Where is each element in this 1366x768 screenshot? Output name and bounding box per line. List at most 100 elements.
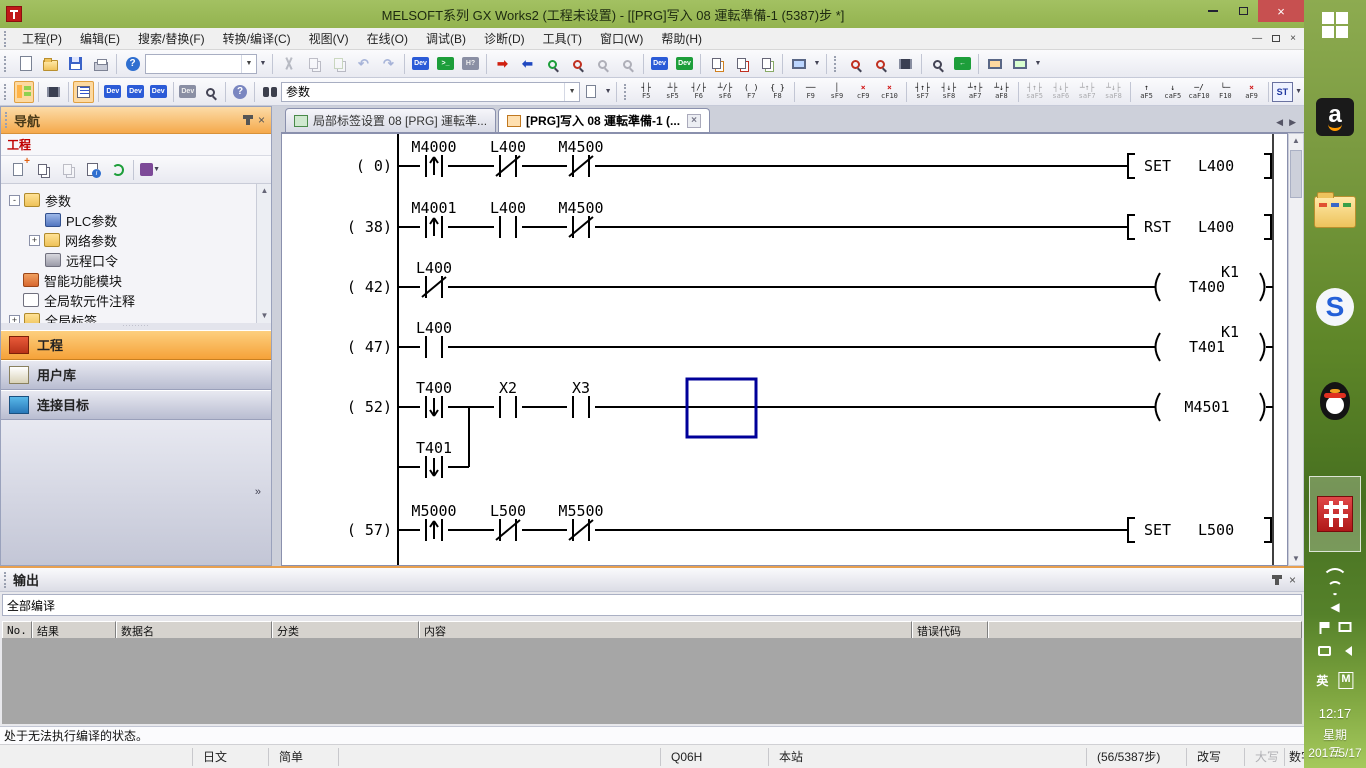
menu-debug[interactable]: 调试(B) [417, 28, 475, 50]
menu-view[interactable]: 视图(V) [300, 28, 358, 50]
menu-help[interactable]: 帮助(H) [652, 28, 711, 50]
write-to-plc-button[interactable]: ➡ [491, 53, 514, 75]
window-select-combo[interactable]: ▼ [145, 54, 257, 74]
start-button[interactable] [1322, 12, 1348, 38]
undo-button[interactable]: ↶ [352, 53, 375, 75]
help2-button[interactable]: ? [230, 81, 251, 103]
navigation-toggle-button[interactable] [14, 81, 35, 103]
ladder-tool-invert-down[interactable]: ↓caF5 [1161, 80, 1185, 104]
nav-copy-button[interactable] [31, 159, 54, 181]
ladder-tool-npulse-down-branch[interactable]: ┴↓├saF8 [1101, 80, 1125, 104]
tab-scroll-left-icon[interactable]: ◀ [1276, 117, 1283, 128]
ladder-tool-close-contact[interactable]: ┤/├F6 [687, 80, 711, 104]
instruction-find-button[interactable]: >_ [434, 53, 457, 75]
statement-display-button[interactable] [730, 53, 753, 75]
ladder-scrollbar[interactable]: ▲ ▼ [1288, 133, 1304, 566]
minimize-button[interactable] [1198, 0, 1228, 22]
copy-button[interactable] [302, 53, 325, 75]
mdi-restore-button[interactable] [1272, 35, 1280, 42]
doc-find-button[interactable] [581, 81, 602, 103]
monitor-stop-button[interactable] [566, 53, 589, 75]
clock-time[interactable]: 12:17 [1319, 706, 1352, 721]
tree-item-global-comment[interactable]: 全局软元件注释 [23, 290, 135, 310]
mdi-minimize-button[interactable]: — [1252, 33, 1262, 44]
monitor-graph1-button[interactable] [844, 53, 867, 75]
monitor-start-button[interactable] [541, 53, 564, 75]
save-project-button[interactable] [64, 53, 87, 75]
ladder-tool-pulse-down-branch[interactable]: ┴↓├aF8 [989, 80, 1013, 104]
action-center-flag-icon[interactable] [1319, 622, 1330, 634]
taskbar-amazon[interactable]: a [1316, 98, 1354, 136]
tree-item-intelligent-module[interactable]: 智能功能模块 [23, 270, 122, 290]
device-memory-button[interactable]: Dev [125, 81, 146, 103]
ladder-tool-delete[interactable]: ×aF9 [1239, 80, 1263, 104]
string-find-button[interactable]: H? [459, 53, 482, 75]
ladder-tool-pulse-result[interactable]: └─F10 [1213, 80, 1237, 104]
nav-close-icon[interactable]: × [258, 113, 265, 127]
device-display-mode-button[interactable]: Dev [177, 81, 198, 103]
ladder-tool-npulse-up[interactable]: ┤↑├saF5 [1022, 80, 1046, 104]
cut-button[interactable] [277, 53, 300, 75]
device-search-mode-button[interactable] [200, 81, 221, 103]
module-config-button[interactable] [43, 81, 64, 103]
monitor-pause-button[interactable] [591, 53, 614, 75]
ladder-scroll-down-icon[interactable]: ▼ [1289, 554, 1303, 563]
ladder-scroll-thumb[interactable] [1290, 150, 1302, 198]
expand-icon[interactable]: + [29, 235, 40, 246]
all-display-button[interactable] [787, 53, 810, 75]
nav-footer[interactable]: » [1, 420, 271, 566]
new-project-button[interactable] [14, 53, 37, 75]
toolbar2-overflow[interactable]: ▼ [603, 81, 614, 103]
ladder-tool-open-contact[interactable]: ┤├F5 [634, 80, 658, 104]
device-search-combo[interactable]: 参数 ▼ [281, 82, 580, 102]
monitor-step-button[interactable] [616, 53, 639, 75]
mdi-close-button[interactable]: × [1290, 33, 1296, 44]
menu-compile[interactable]: 转换/编译(C) [214, 28, 300, 50]
menu-find-replace[interactable]: 搜索/替换(F) [129, 28, 214, 50]
taskbar-gx-works2[interactable] [1309, 476, 1361, 552]
toolbar1-overflow[interactable]: ▼ [257, 53, 269, 75]
monitor-graph3-button[interactable] [894, 53, 917, 75]
menu-edit[interactable]: 编辑(E) [71, 28, 129, 50]
ladder-tool-pulse-down[interactable]: ┤↓├sF8 [937, 80, 961, 104]
watch2-button[interactable]: ← [951, 53, 974, 75]
tree-item-parameter[interactable]: -参数 [9, 190, 71, 210]
device-display-button[interactable]: Dev [648, 53, 671, 75]
trace1-button[interactable] [983, 53, 1006, 75]
menu-online[interactable]: 在线(O) [358, 28, 417, 50]
open-project-button[interactable] [39, 53, 62, 75]
taskbar-explorer[interactable] [1314, 196, 1356, 228]
menu-diagnostics[interactable]: 诊断(D) [475, 28, 534, 50]
menu-tools[interactable]: 工具(T) [534, 28, 591, 50]
output-pin-icon[interactable] [1275, 575, 1279, 585]
paste-button[interactable] [327, 53, 350, 75]
ladder-tool-del-hline[interactable]: ×cF9 [851, 80, 875, 104]
toolbar1-overflow2[interactable]: ▼ [811, 53, 823, 75]
tree-scrollbar[interactable]: ▲ ▼ [256, 184, 271, 330]
ime-mode-indicator[interactable]: M [1338, 672, 1353, 689]
ladder-tool-invert-up[interactable]: ↑aF5 [1134, 80, 1158, 104]
nav-refresh-button[interactable] [106, 159, 129, 181]
collapse-icon[interactable]: - [9, 195, 20, 206]
ladder-tool-npulse-up-branch[interactable]: ┴↑├saF7 [1075, 80, 1099, 104]
ladder-tool-coil[interactable]: ( )F7 [739, 80, 763, 104]
ladder-tool-npulse-down[interactable]: ┤↓├saF6 [1049, 80, 1073, 104]
tab-close-button[interactable]: × [687, 114, 701, 128]
nav-new-data-button[interactable] [6, 159, 29, 181]
ladder-tool-pulse-up[interactable]: ┤↑├sF7 [910, 80, 934, 104]
device-comment-button[interactable]: Dev [102, 81, 123, 103]
device-register-button[interactable]: Dev [673, 53, 696, 75]
clock-date[interactable]: 2017/5/17 [1308, 746, 1361, 760]
tab-local-label[interactable]: 局部标签设置 08 [PRG] 運転準... [285, 108, 496, 132]
ladder-tool-del-vline[interactable]: ×cF10 [877, 80, 901, 104]
ladder-tool-hline[interactable]: ──F9 [799, 80, 823, 104]
nav-paste-button[interactable] [56, 159, 79, 181]
volume-icon[interactable] [1340, 646, 1352, 656]
help-button[interactable]: ? [121, 53, 144, 75]
tab-scroll-right-icon[interactable]: ▶ [1289, 117, 1296, 128]
pc-tray-icon[interactable] [1318, 646, 1331, 656]
device-find-button[interactable]: Dev [409, 53, 432, 75]
ime-language-indicator[interactable]: 英 [1316, 672, 1328, 689]
ladder-scroll-up-icon[interactable]: ▲ [1289, 136, 1303, 145]
note-display-button[interactable] [755, 53, 778, 75]
